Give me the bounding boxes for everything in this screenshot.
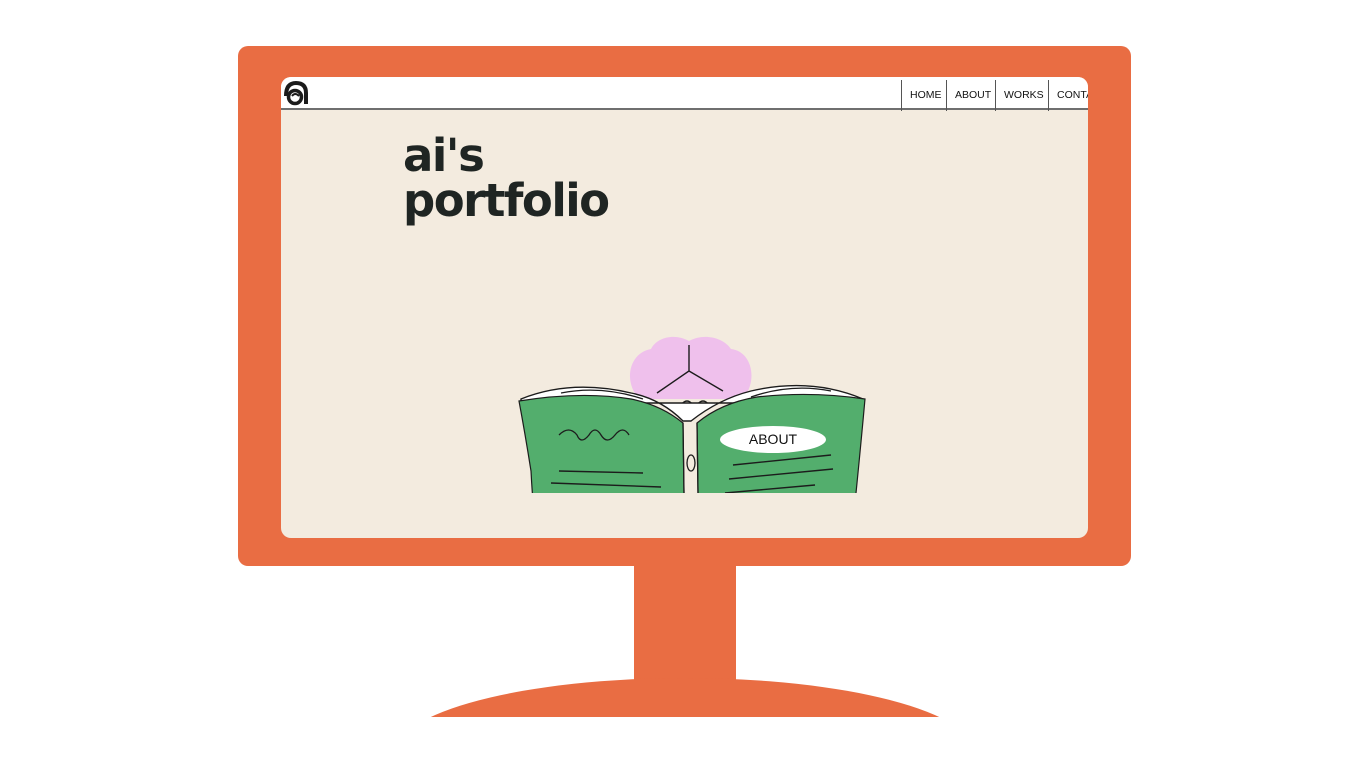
book-spine (682, 422, 699, 493)
title-line-1: ai's (403, 129, 485, 182)
nav-about[interactable]: ABOUT (946, 80, 995, 111)
nav-home[interactable]: HOME (901, 80, 946, 111)
stage: HOME ABOUT WORKS CONTACT ai's portfolio (0, 0, 1366, 768)
title-line-2: portfolio (403, 174, 610, 227)
about-button[interactable]: ABOUT (720, 426, 826, 453)
base-floor (380, 717, 990, 768)
page-title: ai's portfolio (403, 133, 723, 223)
spine-mark (686, 454, 696, 472)
nav-contact[interactable]: CONTACT (1048, 80, 1088, 111)
book-cover-left (518, 394, 685, 493)
nav-works[interactable]: WORKS (995, 80, 1048, 111)
logo-icon[interactable] (283, 80, 309, 106)
navbar: HOME ABOUT WORKS CONTACT (281, 77, 1088, 111)
reading-illustration (518, 336, 866, 493)
nav-links: HOME ABOUT WORKS CONTACT (901, 80, 1088, 111)
hair-shape (629, 336, 752, 399)
website-screen: HOME ABOUT WORKS CONTACT ai's portfolio (281, 77, 1088, 538)
monitor-neck (634, 564, 736, 686)
